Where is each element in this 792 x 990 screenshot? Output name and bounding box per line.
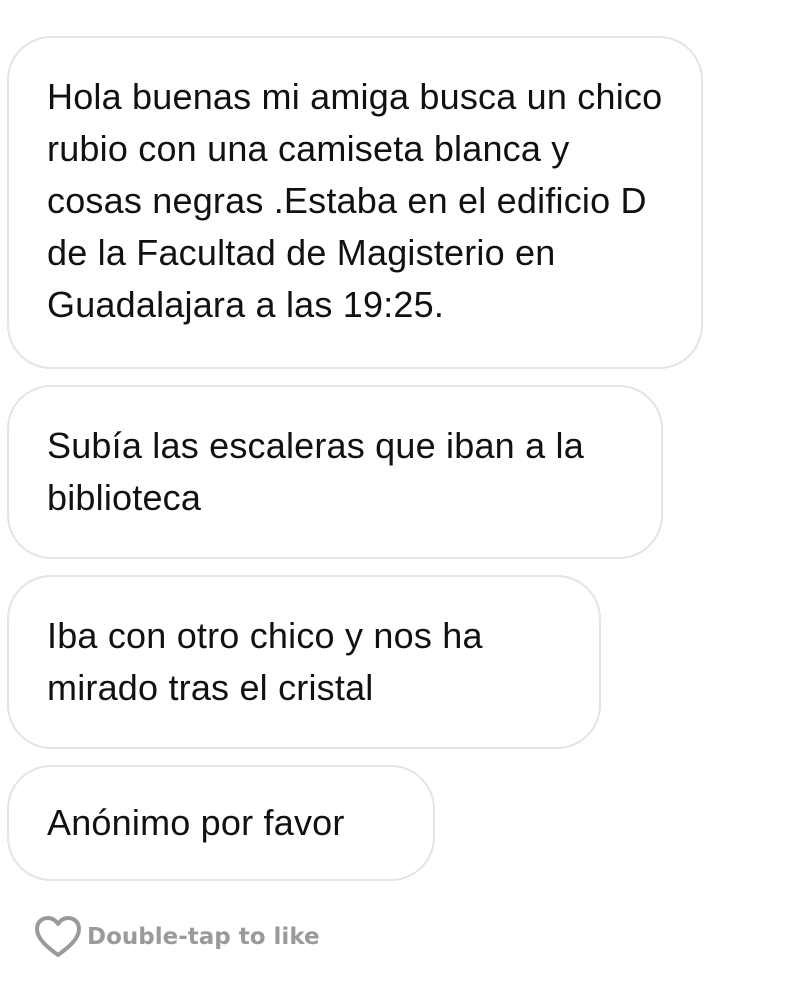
message-bubble[interactable]: Hola buenas mi amiga busca un chico rubi… xyxy=(7,36,703,369)
double-tap-label: Double-tap to like xyxy=(87,924,320,950)
message-bubble[interactable]: Anónimo por favor xyxy=(7,765,435,881)
message-thread: Hola buenas mi amiga busca un chico rubi… xyxy=(7,36,767,897)
message-bubble[interactable]: Subía las escaleras que iban a la biblio… xyxy=(7,385,663,559)
heart-icon[interactable] xyxy=(33,915,83,959)
message-bubble[interactable]: Iba con otro chico y nos ha mirado tras … xyxy=(7,575,601,749)
double-tap-like-hint[interactable]: Double-tap to like xyxy=(33,915,320,959)
